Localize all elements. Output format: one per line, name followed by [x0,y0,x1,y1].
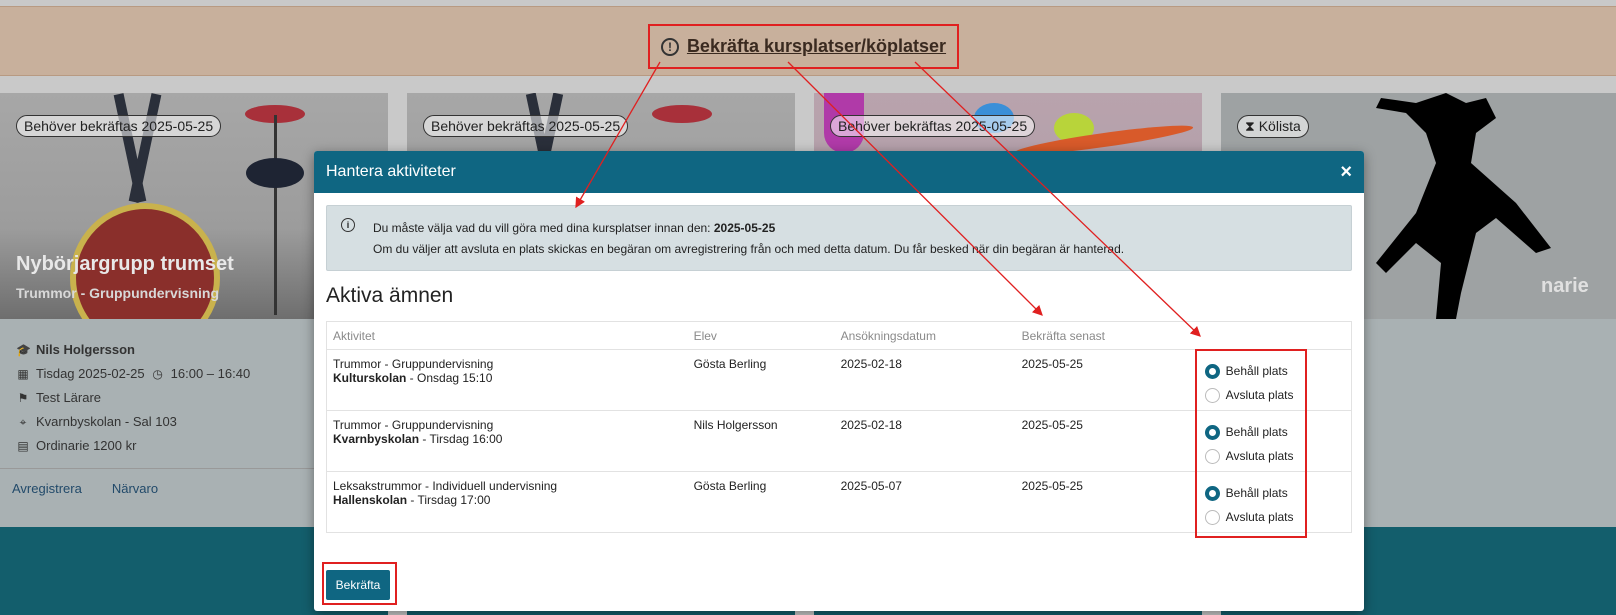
course-location: Kvarnbyskolan - Sal 103 [36,414,177,429]
exclamation-circle-icon: ! [660,37,679,56]
applied-cell: 2025-02-18 [834,410,1016,472]
keep-place-option[interactable]: Behåll plats [1204,420,1345,444]
section-title: Aktiva ämnen [326,284,454,307]
activities-table: Aktivitet Elev Ansökningsdatum Bekräfta … [325,321,1352,533]
activity-cell: Trummor - Gruppundervisning Kvarnbyskolan… [325,410,688,472]
status-badge: Behöver bekräftas 2025-05-25 [423,115,629,137]
choice-cell: Behåll plats Avsluta plats [1194,410,1352,472]
student-name: Nils Holgersson [36,342,135,357]
applied-cell: 2025-05-07 [834,471,1016,533]
status-badge: Behöver bekräftas 2025-05-25 [830,115,1036,137]
activity-cell: Trummor - Gruppundervisning Kulturskolan … [325,349,688,411]
teacher-name: Test Lärare [36,390,102,405]
banner-link-container[interactable]: ! Bekräfta kursplatser/köplatser [648,24,959,69]
alert-deadline-text: Du måste välja vad du vill göra med dina… [373,221,776,235]
deadline-cell: 2025-05-25 [1015,471,1195,533]
end-place-radio[interactable] [1204,387,1220,403]
course-info: 🎓 Nils Holgersson ▦ Tisdag 2025-02-25 ◷ 16:0… [16,338,250,458]
keep-place-option[interactable]: Behåll plats [1204,359,1345,383]
activity-cell: Leksakstrummor - Individuell undervisnin… [325,471,688,533]
price-card-icon: ▤ [17,439,29,453]
student-cell: Gösta Berling [687,349,835,411]
choice-cell: Behåll plats Avsluta plats [1194,349,1352,411]
clock-icon: ◷ [152,367,163,381]
end-place-option[interactable]: Avsluta plats [1204,444,1345,468]
status-badge: Behöver bekräftas 2025-05-25 [16,115,222,137]
deadline-cell: 2025-05-25 [1015,410,1195,472]
deadline-cell: 2025-05-25 [1015,349,1195,411]
modal-header: Hantera aktiviteter × [314,151,1364,193]
info-circle-icon: i [341,218,355,232]
applied-cell: 2025-02-18 [834,349,1016,411]
keep-place-radio[interactable] [1204,363,1220,379]
column-header-deadline: Bekräfta senast [1015,321,1195,350]
column-header-student: Elev [687,321,835,350]
close-icon[interactable]: × [1340,161,1352,184]
course-title-fragment: narie [1541,275,1589,297]
modal-title: Hantera aktiviteter [326,163,456,180]
keep-place-radio[interactable] [1204,485,1220,501]
deadline-date: 2025-05-25 [713,221,776,235]
graduation-cap-icon: 🎓 [16,343,31,357]
end-place-radio[interactable] [1204,509,1220,525]
student-cell: Nils Holgersson [687,410,835,472]
hourglass-icon: ⧗ [1245,118,1255,134]
manage-activities-modal: Hantera aktiviteter × i Du måste välja v… [314,151,1364,611]
student-cell: Gösta Berling [687,471,835,533]
choice-cell: Behåll plats Avsluta plats [1194,471,1352,533]
teacher-icon: ⚑ [17,391,29,405]
course-price: Ordinarie 1200 kr [36,438,137,453]
end-place-option[interactable]: Avsluta plats [1204,383,1345,407]
table-row: Trummor - Gruppundervisning Kvarnbyskolan… [325,410,1352,472]
column-header-choice [1194,321,1352,350]
end-place-option[interactable]: Avsluta plats [1204,505,1345,529]
unregister-link[interactable]: Avregistrera [12,481,82,496]
attendance-link[interactable]: Närvaro [112,481,158,496]
alert-info-text: Om du väljer att avsluta en plats skicka… [373,242,1125,256]
end-place-radio[interactable] [1204,448,1220,464]
course-subtitle: Trummor - Gruppundervisning [16,285,220,301]
course-time: 16:00 – 16:40 [170,366,251,381]
calendar-icon: ▦ [17,367,29,381]
status-badge: ⧗ Kölista [1237,115,1309,138]
keep-place-option[interactable]: Behåll plats [1204,481,1345,505]
dancer-silhouette [1376,93,1551,319]
confirm-banner: ! Bekräfta kursplatser/köplatser [0,6,1616,76]
course-title: Nybörjargrupp trumset [16,253,234,275]
column-header-applied: Ansökningsdatum [834,321,1016,350]
table-row: Leksakstrummor - Individuell undervisnin… [325,471,1352,533]
table-header-row: Aktivitet Elev Ansökningsdatum Bekräfta … [325,321,1352,350]
keep-place-radio[interactable] [1204,424,1220,440]
course-date: Tisdag 2025-02-25 [36,366,145,381]
confirm-button[interactable]: Bekräfta [326,570,390,600]
confirm-places-link[interactable]: Bekräfta kursplatser/köplatser [687,36,946,57]
location-pin-icon: ⌖ [19,415,27,429]
column-header-activity: Aktivitet [325,321,688,350]
table-row: Trummor - Gruppundervisning Kulturskolan … [325,349,1352,411]
info-alert: i Du måste välja vad du vill göra med di… [326,205,1352,271]
